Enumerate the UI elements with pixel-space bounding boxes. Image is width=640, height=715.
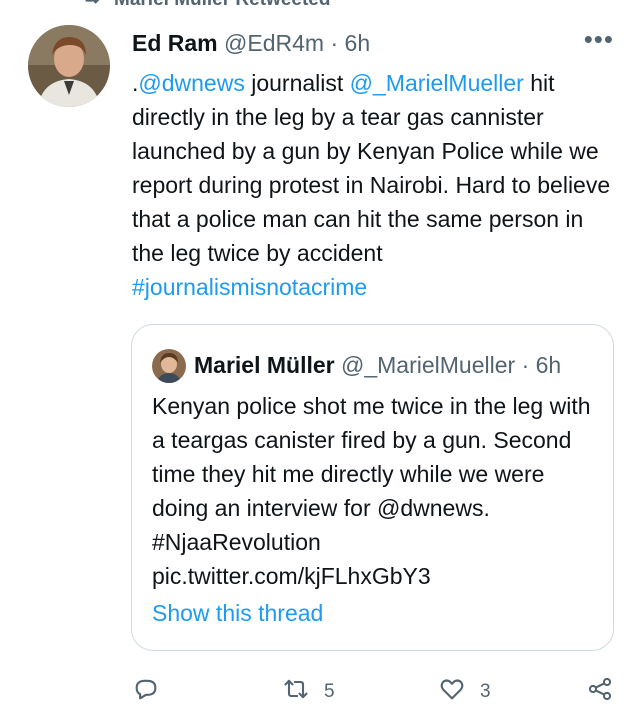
quoted-text: Kenyan police shot me twice in the leg w…	[152, 393, 591, 589]
retweet-banner: Mariel Müller Retweeted	[80, 0, 330, 14]
retweet-count: 5	[324, 681, 335, 702]
retweet-action-icon	[282, 675, 310, 709]
quoted-tweet-card[interactable]: Mariel Müller @_MarielMueller · 6h Kenya…	[131, 324, 614, 651]
more-options-icon[interactable]: •••	[584, 26, 614, 52]
time-separator: ·	[324, 30, 345, 56]
tweet-header: Ed Ram @EdR4m · 6h	[132, 29, 370, 57]
retweet-banner-text[interactable]: Mariel Müller Retweeted	[114, 0, 330, 11]
author-handle[interactable]: @EdR4m	[224, 30, 324, 56]
quoted-author-name[interactable]: Mariel Müller	[194, 352, 335, 378]
heart-icon	[438, 675, 466, 709]
action-bar: 5 3	[132, 675, 618, 705]
like-button[interactable]: 3	[438, 675, 491, 709]
text-part-1: journalist	[244, 70, 350, 96]
avatar[interactable]	[28, 25, 110, 107]
retweet-icon	[80, 0, 102, 14]
like-count: 3	[480, 681, 491, 702]
mention-mariel[interactable]: @_MarielMueller	[350, 70, 524, 96]
quoted-time-separator: ·	[515, 352, 536, 378]
mention-dwnews[interactable]: @dwnews	[138, 70, 244, 96]
show-thread-link[interactable]: Show this thread	[152, 599, 323, 627]
reply-icon	[132, 675, 160, 709]
quoted-avatar[interactable]	[152, 349, 186, 383]
tweet-timestamp[interactable]: 6h	[345, 30, 371, 56]
hashtag-link[interactable]: #journalismisnotacrime	[132, 274, 367, 300]
retweet-button[interactable]: 5	[282, 675, 335, 709]
share-button[interactable]	[586, 675, 614, 709]
reply-button[interactable]	[132, 675, 174, 709]
quoted-author-handle[interactable]: @_MarielMueller	[341, 352, 515, 378]
quoted-timestamp[interactable]: 6h	[536, 352, 562, 378]
tweet-text: .@dwnews journalist @_MarielMueller hit …	[132, 66, 612, 304]
quoted-header: Mariel Müller @_MarielMueller · 6h	[194, 351, 561, 379]
share-icon	[586, 675, 614, 709]
author-name[interactable]: Ed Ram	[132, 30, 218, 56]
text-part-2: hit directly in the leg by a tear gas ca…	[132, 70, 611, 266]
